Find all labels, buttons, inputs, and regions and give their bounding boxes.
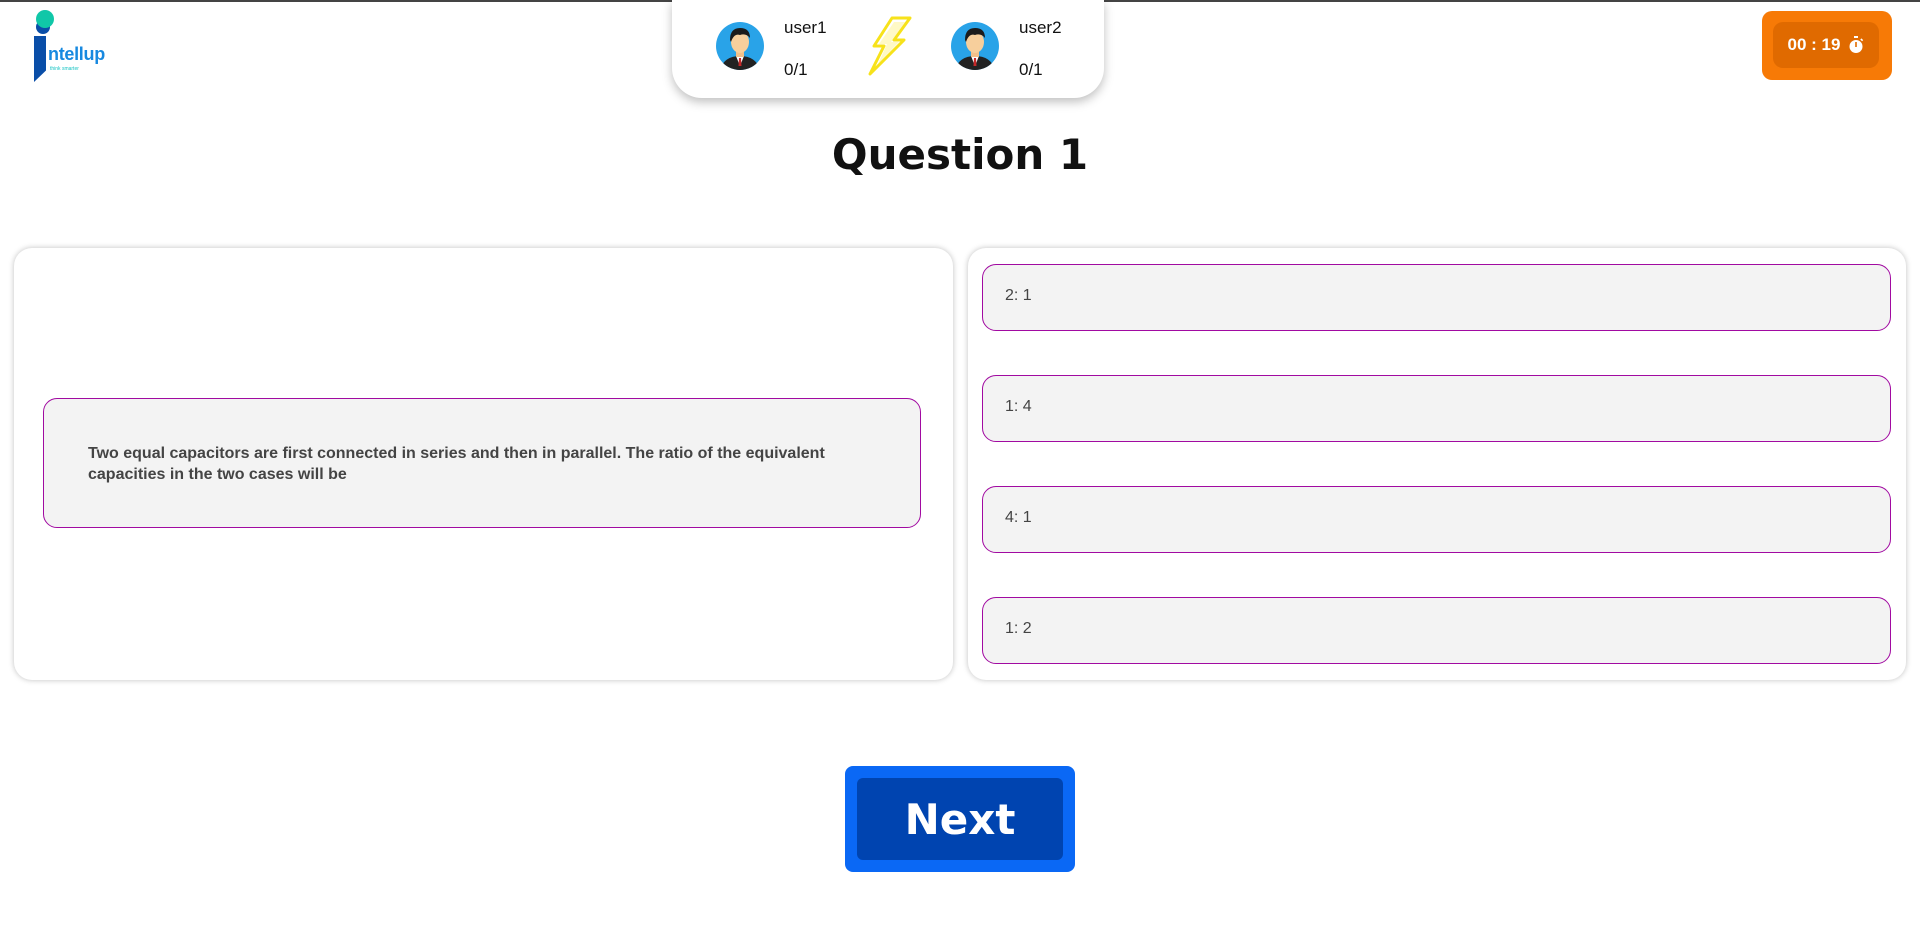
player-name: user2 (1019, 18, 1062, 37)
option-label: 1: 4 (1005, 398, 1032, 415)
brand-name: ntellup (48, 44, 105, 64)
options-panel: 2: 1 1: 4 4: 1 1: 2 (968, 248, 1906, 680)
logo-dot-teal (36, 10, 54, 28)
player-score: 0/1 (1019, 60, 1043, 79)
brand-logo[interactable]: ntellup think smarter (32, 6, 122, 82)
question-box: Two equal capacitors are first connected… (43, 398, 921, 528)
option-2[interactable]: 1: 4 (982, 375, 1891, 442)
option-3[interactable]: 4: 1 (982, 486, 1891, 553)
timer-display: 00 : 19 (1773, 22, 1879, 68)
brand-tagline: think smarter (50, 66, 79, 72)
scoreboard: user1 0/1 user2 0/1 (672, 0, 1104, 98)
player-name: user1 (784, 18, 827, 37)
option-label: 4: 1 (1005, 509, 1032, 526)
question-panel: Two equal capacitors are first connected… (14, 248, 953, 680)
logo-stem (34, 36, 46, 82)
next-button-label: Next (857, 778, 1063, 860)
option-label: 1: 2 (1005, 620, 1032, 637)
lightning-icon (868, 16, 912, 76)
avatar-icon (951, 22, 999, 70)
avatar-icon (716, 22, 764, 70)
stopwatch-icon (1849, 36, 1864, 53)
countdown-timer: 00 : 19 (1762, 11, 1892, 80)
option-4[interactable]: 1: 2 (982, 597, 1891, 664)
option-label: 2: 1 (1005, 287, 1032, 304)
question-title: Question 1 (831, 130, 1089, 179)
timer-value: 00 : 19 (1787, 35, 1841, 54)
question-text: Two equal capacitors are first connected… (88, 445, 825, 483)
player-score: 0/1 (784, 60, 808, 79)
option-1[interactable]: 2: 1 (982, 264, 1891, 331)
next-button[interactable]: Next (845, 766, 1075, 872)
